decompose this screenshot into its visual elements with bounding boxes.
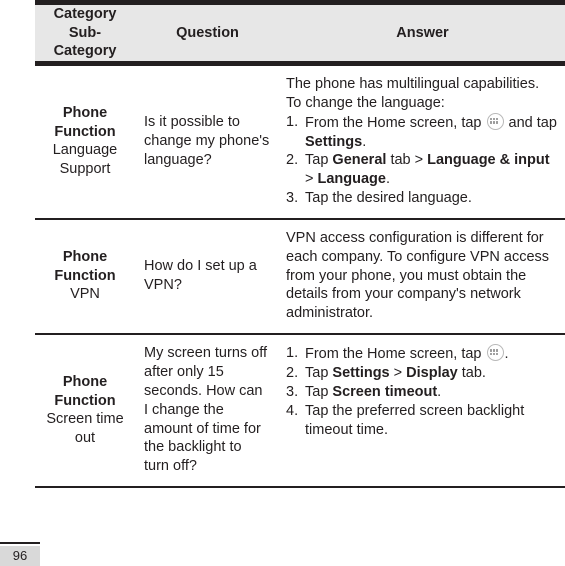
page-footer: 96 [0, 542, 40, 566]
emphasis-text: Screen timeout [332, 383, 438, 400]
cell-question: How do I set up a VPN? [135, 220, 280, 333]
cell-question: Is it possible to change my phone's lang… [135, 66, 280, 218]
answer-step: 1. From the Home screen, tap and tap Sett… [286, 112, 557, 152]
app-grid-icon [486, 344, 504, 362]
page-number: 96 [12, 548, 28, 563]
category-main: Phone Function [54, 249, 116, 284]
column-header-answer: Answer [396, 24, 449, 41]
emphasis-text: Language & input [427, 152, 550, 169]
step-number: 2. [286, 152, 299, 169]
column-header-category: Category Sub- Category [35, 5, 135, 61]
faq-table: Category Sub- Category Question Answer P… [35, 0, 565, 489]
step-text: From the Home screen, tap [305, 114, 486, 131]
answer-paragraph: VPN access configuration is different fo… [286, 229, 550, 322]
category-sub: VPN [70, 286, 100, 303]
cell-category: Phone Function Screen time out [35, 335, 135, 486]
question-text: How do I set up a VPN? [144, 258, 257, 294]
step-text: . [362, 133, 367, 150]
category-main: Phone Function [54, 373, 116, 409]
answer-step: 4. Tap the preferred screen backlight tim… [286, 402, 557, 440]
step-text: Tap the desired language. [305, 190, 472, 207]
answer-step: 2. Tap Settings > Display tab. [286, 364, 557, 383]
question-text: My screen turns off after only 15 second… [144, 345, 268, 475]
step-text: tab. [457, 364, 486, 381]
cell-answer: The phone has multilingual capabilities.… [280, 66, 565, 218]
table-row: Phone Function Language Support Is it poss… [35, 66, 565, 220]
step-number: 2. [286, 364, 299, 381]
answer-paragraph: The phone has multilingual capabilities. [286, 76, 540, 92]
answer-paragraph: To change the language: [286, 94, 445, 111]
step-number: 1. [286, 345, 299, 362]
step-number: 3. [286, 190, 299, 207]
app-grid-icon-dots [490, 117, 499, 124]
cell-answer: VPN access configuration is different fo… [280, 220, 565, 333]
app-grid-icon-dots [490, 349, 499, 356]
answer-step: 3. Tap the desired language. [286, 189, 557, 208]
footer-rule [0, 542, 40, 544]
column-header-category-line-2: Sub- [68, 24, 102, 41]
step-text: and tap [504, 114, 557, 131]
step-number: 4. [286, 402, 299, 419]
answer-step: 3. Tap Screen timeout. [286, 383, 557, 402]
step-text: > [305, 171, 318, 188]
app-grid-icon [486, 112, 504, 130]
category-sub: Screen time out [46, 411, 124, 446]
step-text: From the Home screen, tap [305, 346, 486, 363]
emphasis-text: Settings [305, 133, 363, 150]
answer-step-list: 1. From the Home screen, tap and tap Sett… [286, 112, 557, 208]
cell-category: Phone Function VPN [35, 220, 135, 333]
emphasis-text: Settings [332, 364, 390, 381]
emphasis-text: Display [406, 364, 458, 381]
answer-step-list: 1. From the Home screen, tap . 2. Tap Setti… [286, 344, 557, 439]
column-header-category-line-1: Category [53, 6, 117, 23]
question-text: Is it possible to change my phone's lang… [144, 114, 270, 168]
step-text: Tap [305, 383, 333, 400]
cell-question: My screen turns off after only 15 second… [135, 335, 280, 486]
column-header-category-line-3: Category [53, 43, 117, 60]
category-sub: Language Support [52, 142, 118, 177]
step-text: Tap the preferred screen backlight timeo… [305, 402, 525, 438]
cell-category: Phone Function Language Support [35, 66, 135, 218]
table-header-row: Category Sub- Category Question Answer [35, 0, 565, 66]
answer-step: 1. From the Home screen, tap . [286, 344, 557, 364]
emphasis-text: General [332, 152, 387, 169]
category-main: Phone Function [54, 105, 116, 140]
step-text: . [437, 383, 442, 400]
step-text: . [385, 171, 391, 188]
step-text: Tap [305, 364, 333, 381]
step-number: 3. [286, 383, 299, 400]
step-text: Tap [305, 152, 333, 169]
step-text: > [389, 364, 407, 381]
step-number: 1. [286, 113, 299, 130]
answer-step: 2. Tap General tab > Language & input > L… [286, 151, 557, 189]
table-row: Phone Function VPN How do I set up a VPN? V… [35, 220, 565, 336]
table-body: Phone Function Language Support Is it poss… [35, 66, 565, 489]
column-header-question: Question [176, 24, 239, 41]
step-text: . [504, 346, 509, 363]
cell-answer: 1. From the Home screen, tap . 2. Tap Setti… [280, 335, 565, 486]
emphasis-text: Language [317, 171, 386, 188]
step-text: tab > [386, 152, 428, 169]
table-row: Phone Function Screen time out My screen t… [35, 335, 565, 489]
